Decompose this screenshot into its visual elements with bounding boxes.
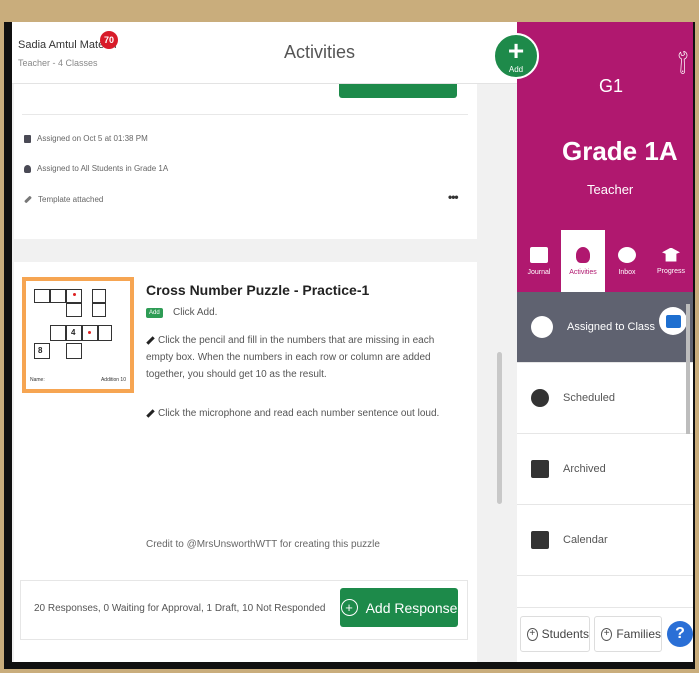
sidebar-item-label: Calendar [563,534,608,546]
clock-icon [531,389,549,407]
puzzle-cell [34,289,50,303]
chat-bubble-icon [618,246,636,263]
book-icon [530,246,548,263]
template-row: Template attached [24,195,103,204]
class-role: Teacher [587,182,634,197]
instruction-2: Click the microphone and read each numbe… [146,408,464,419]
assigned-to-row: Assigned to All Students in Grade 1A [24,164,168,173]
puzzle-cell [66,303,82,317]
puzzle-cell [50,289,66,303]
tab-activities-label: Activities [569,268,597,276]
sidebar-footer: + Students + Families ? [517,607,693,662]
sidebar-item-label: Archived [563,463,606,475]
add-response-button-previous[interactable] [339,84,457,98]
puzzle-cell [98,325,112,341]
puzzle-image: 4 8 Name: Addition 10 [26,281,130,389]
class-tabs: Journal Activities Inbox Progress [517,230,693,292]
add-response-label: Add Response [365,599,458,616]
divider [22,114,468,115]
app-screen: Sadia Amtul Mateen 70 Teacher - 4 Classe… [12,22,693,662]
add-fab-label: Add [508,64,524,74]
activity-card-previous: Assigned on Oct 5 at 01:38 PM Assigned t… [14,84,477,239]
graduation-cap-icon [662,247,680,262]
plus-icon: + [507,34,525,66]
sidebar-item-label: Scheduled [563,392,615,404]
puzzle-cell [92,303,106,317]
sidebar-scrollbar[interactable] [686,304,690,434]
sidebar-item-archived[interactable]: Archived [517,434,693,505]
tab-inbox-label: Inbox [618,268,636,276]
top-header: Sadia Amtul Mateen 70 Teacher - 4 Classe… [12,22,517,84]
tab-activities[interactable]: Activities [561,230,605,292]
sidebar-item-assigned-to-class[interactable]: Assigned to Class [517,292,693,363]
notification-badge[interactable]: 70 [100,31,118,49]
puzzle-cell [92,289,106,303]
plus-circle-icon: + [340,599,358,616]
puzzle-cell [50,325,66,341]
instruction-1: Click the pencil and fill in the numbers… [146,332,464,383]
sidebar-item-label: Assigned to Class [567,321,656,333]
families-button[interactable]: + Families [594,616,662,652]
more-options-icon[interactable]: ••• [448,190,459,204]
wrench-icon[interactable]: 🔧︎ [667,47,693,78]
puzzle-cell [66,343,82,359]
sidebar-item-scheduled[interactable]: Scheduled [517,363,693,434]
assigned-to-text: Assigned to All Students in Grade 1A [37,164,169,173]
puzzle-cell [66,289,82,303]
user-role: Teacher - 4 Classes [18,58,98,68]
archive-icon [531,460,549,478]
tab-inbox[interactable]: Inbox [605,230,649,292]
person-icon [24,164,31,173]
calendar-icon [531,531,549,549]
page-title: Activities [284,42,356,62]
assigned-on-text: Assigned on Oct 5 at 01:38 PM [37,134,148,143]
lightbulb-icon [576,246,590,263]
tab-progress[interactable]: Progress [649,230,693,292]
click-add-text: Click Add. [173,307,218,318]
activity-thumbnail[interactable]: 4 8 Name: Addition 10 [22,277,134,393]
lightbulb-icon [531,316,553,338]
add-response-button[interactable]: + Add Response [340,588,458,627]
folder-icon[interactable] [659,307,687,335]
plus-circle-icon: + [527,627,538,641]
responses-summary[interactable]: 20 Responses, 0 Waiting for Approval, 1 … [34,603,325,614]
calendar-icon [24,134,31,143]
students-label: Students [541,627,589,641]
pencil-icon [146,336,155,345]
add-tag: Add [146,308,163,318]
plus-circle-icon: + [601,627,613,641]
pencil-icon [24,195,32,204]
microphone-pen-icon [146,409,155,418]
template-text: Template attached [38,195,104,204]
class-code: G1 [599,76,624,96]
thumbnail-caption-topic: Addition 10 [100,377,126,383]
credit-text: Credit to @MrsUnsworthWTT for creating t… [146,539,380,550]
puzzle-mark [73,293,76,296]
help-button[interactable]: ? [667,621,693,647]
assigned-on-row: Assigned on Oct 5 at 01:38 PM [24,134,148,143]
puzzle-mark [88,331,91,334]
families-label: Families [616,627,661,641]
main-scrollbar[interactable] [497,352,502,504]
class-name: Grade 1A [562,136,678,166]
tab-journal[interactable]: Journal [517,230,561,292]
activity-title[interactable]: Cross Number Puzzle - Practice-1 [146,282,369,298]
instruction-1-text: Click the pencil and fill in the numbers… [146,335,435,380]
instruction-2-text: Click the microphone and read each numbe… [158,408,440,419]
thumbnail-caption-name: Name: [30,377,45,383]
activity-card: 4 8 Name: Addition 10 Cross Number Puzzl… [14,262,477,662]
puzzle-number: 4 [71,328,76,337]
class-header: G1 🔧︎ Grade 1A Teacher [517,22,693,230]
students-button[interactable]: + Students [520,616,590,652]
sidebar-item-calendar[interactable]: Calendar [517,505,693,576]
tab-journal-label: Journal [527,268,551,276]
tab-progress-label: Progress [656,267,685,275]
add-fab-button[interactable]: + Add [493,33,539,79]
puzzle-number: 8 [38,346,43,355]
response-bar: 20 Responses, 0 Waiting for Approval, 1 … [20,580,468,640]
